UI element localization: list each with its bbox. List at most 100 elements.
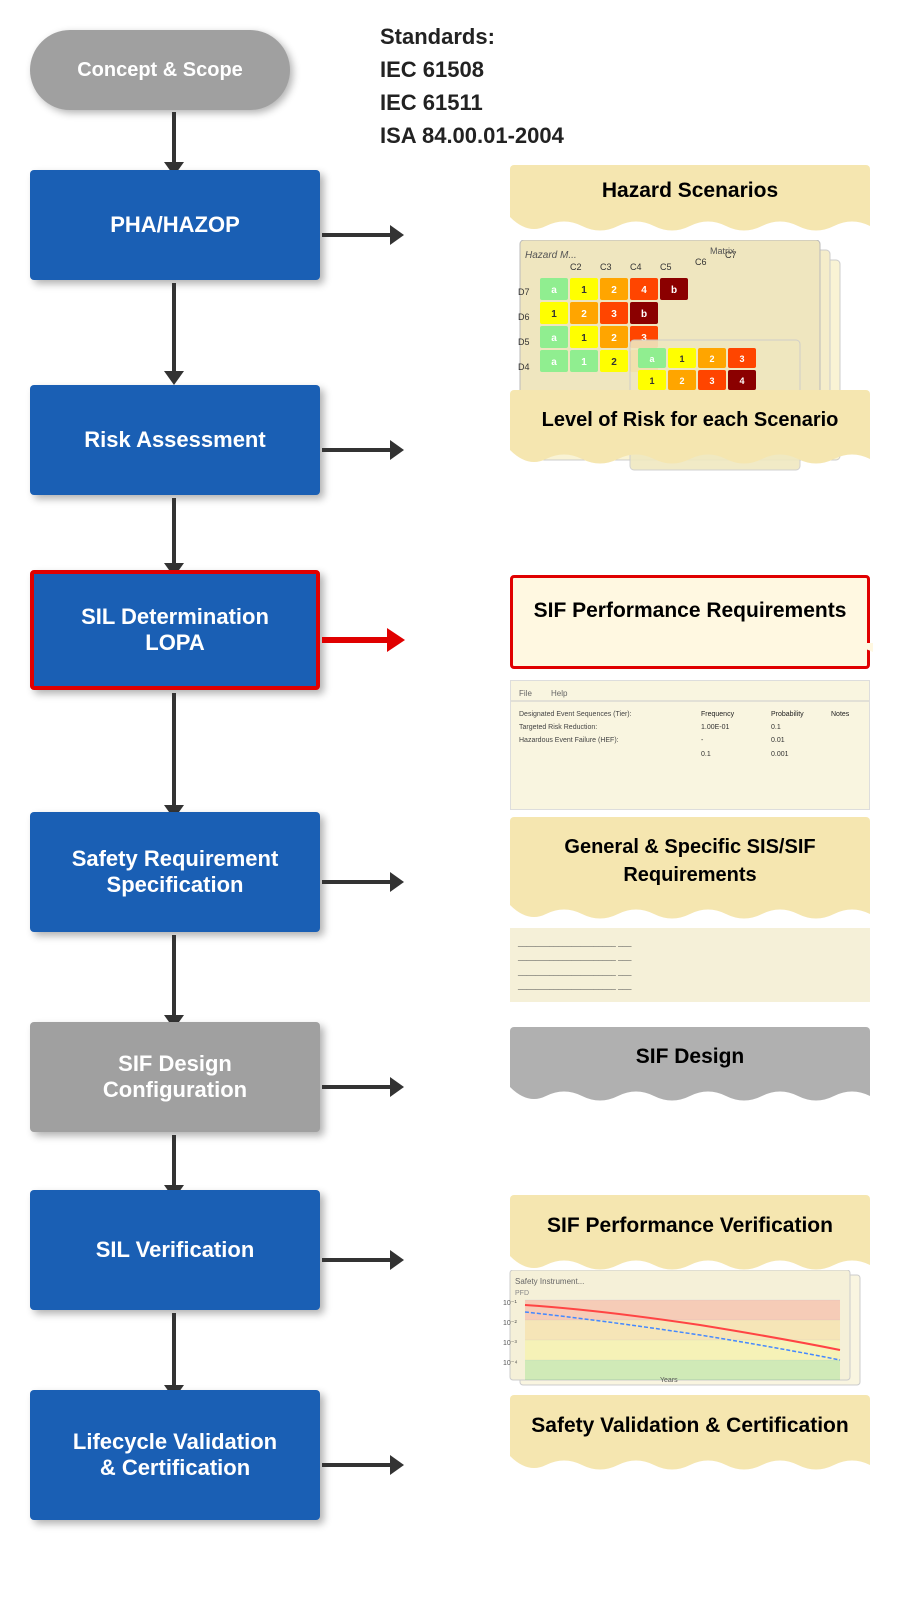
svg-text:Hazardous Event Failure (HEF):: Hazardous Event Failure (HEF):: [519, 737, 619, 744]
sif-verif-chart-svg: Safety Instrument... PFD 10⁻¹ 10⁻² 10⁻³ …: [500, 1270, 890, 1390]
arrow-line: [322, 1463, 390, 1467]
svg-text:a: a: [551, 285, 557, 296]
svg-text:3: 3: [739, 354, 744, 364]
sil-verification-box: SIL Verification: [30, 1190, 320, 1310]
svg-text:C6: C6: [695, 257, 707, 267]
lifecycle-validation-label: Lifecycle Validation & Certification: [73, 1429, 277, 1481]
arrow-pha-to-risk: [164, 283, 184, 385]
general-doc-line1: ______________________ ___: [518, 936, 862, 950]
svg-text:0.001: 0.001: [771, 751, 789, 758]
wavy-bottom: [510, 217, 870, 235]
arrow-line: [172, 693, 176, 805]
safety-validation-banner: Safety Validation & Certification: [510, 1395, 870, 1479]
svg-text:C2: C2: [570, 262, 582, 272]
svg-text:C5: C5: [660, 262, 672, 272]
sif-perf-verif-banner: SIF Performance Verification: [510, 1195, 870, 1279]
svg-text:C7: C7: [725, 250, 737, 260]
svg-text:D7: D7: [518, 287, 530, 297]
pha-hazop-label: PHA/HAZOP: [110, 212, 240, 238]
arrow-line: [322, 1258, 390, 1262]
arrow-line: [322, 448, 390, 452]
arrow-line: [172, 935, 176, 1015]
risk-assessment-label: Risk Assessment: [84, 427, 265, 453]
general-doc-line4: ______________________ ___: [518, 979, 862, 993]
wavy-bottom-risk: [510, 450, 870, 468]
svg-text:10⁻¹: 10⁻¹: [503, 1300, 517, 1307]
sif-perf-req-label: SIF Performance Requirements: [513, 578, 867, 643]
svg-text:4: 4: [641, 285, 647, 296]
wavy-bottom-safety-val: [510, 1456, 870, 1474]
arrow-pha-hazard: [322, 225, 404, 245]
svg-text:b: b: [671, 285, 677, 296]
general-specific-label: General & Specific SIS/SIF Requirements: [510, 817, 870, 905]
sif-verif-chart: Safety Instrument... PFD 10⁻¹ 10⁻² 10⁻³ …: [500, 1270, 890, 1390]
arrow-line: [172, 112, 176, 162]
svg-text:File: File: [519, 689, 532, 698]
arrow-line: [172, 1313, 176, 1385]
svg-text:1: 1: [649, 376, 654, 386]
pha-hazop-box: PHA/HAZOP: [30, 170, 320, 280]
arrow-head: [390, 872, 404, 892]
arrow-lifecycle-val-cert: [322, 1455, 404, 1475]
svg-text:0.1: 0.1: [771, 724, 781, 731]
level-of-risk-banner: Level of Risk for each Scenario: [510, 390, 870, 473]
svg-text:a: a: [551, 357, 557, 368]
arrow-risk-to-sil: [164, 498, 184, 577]
svg-text:Years: Years: [660, 1377, 678, 1384]
arrow-head: [390, 440, 404, 460]
svg-text:b: b: [641, 309, 647, 320]
safety-req-spec-label: Safety Requirement Specification: [72, 846, 279, 898]
hazard-scenarios-banner: Hazard Scenarios: [510, 165, 870, 240]
svg-text:Designated Event Sequences (Ti: Designated Event Sequences (Tier):: [519, 711, 632, 718]
arrow-line: [172, 1135, 176, 1185]
hazard-scenarios-label: Hazard Scenarios: [510, 165, 870, 217]
svg-text:2: 2: [581, 309, 587, 320]
svg-text:10⁻²: 10⁻²: [503, 1320, 517, 1327]
standards-line2: IEC 61511: [380, 86, 564, 119]
arrow-line: [172, 283, 176, 371]
svg-text:a: a: [551, 333, 557, 344]
svg-text:1.00E-01: 1.00E-01: [701, 724, 730, 731]
svg-text:1: 1: [679, 354, 684, 364]
svg-text:1: 1: [551, 309, 557, 320]
svg-text:PFD: PFD: [515, 1290, 529, 1297]
standards-text: Standards: IEC 61508 IEC 61511 ISA 84.00…: [380, 20, 564, 152]
standards-line3: ISA 84.00.01-2004: [380, 119, 564, 152]
svg-text:2: 2: [611, 357, 617, 368]
sif-perf-req-banner: SIF Performance Requirements: [510, 575, 870, 669]
arrow-risk-level: [322, 440, 404, 460]
concept-oval: Concept & Scope: [30, 30, 290, 110]
svg-text:Notes: Notes: [831, 711, 850, 718]
svg-text:4: 4: [739, 376, 744, 386]
arrow-line: [322, 880, 390, 884]
sif-design-config-label: SIF Design Configuration: [103, 1051, 247, 1103]
arrow-sif-config-design: [322, 1077, 404, 1097]
safety-req-spec-box: Safety Requirement Specification: [30, 812, 320, 932]
svg-text:Frequency: Frequency: [701, 711, 735, 718]
diagram-container: Standards: IEC 61508 IEC 61511 ISA 84.00…: [0, 0, 900, 1620]
arrow-line: [322, 637, 387, 643]
svg-text:2: 2: [611, 333, 617, 344]
svg-text:Help: Help: [551, 689, 568, 698]
arrow-head: [390, 1250, 404, 1270]
sif-design-label: SIF Design: [510, 1027, 870, 1087]
svg-text:10⁻⁴: 10⁻⁴: [503, 1360, 518, 1367]
standards-line1: IEC 61508: [380, 53, 564, 86]
svg-text:C3: C3: [600, 262, 612, 272]
svg-text:1: 1: [581, 333, 587, 344]
svg-text:3: 3: [709, 376, 714, 386]
svg-text:0.1: 0.1: [701, 751, 711, 758]
sil-determination-label: SIL Determination LOPA: [81, 604, 269, 656]
arrow-head: [387, 628, 405, 652]
svg-text:D5: D5: [518, 337, 530, 347]
arrow-sil-verif-to-lifecycle: [164, 1313, 184, 1399]
sil-verification-label: SIL Verification: [96, 1237, 255, 1263]
wavy-bottom-sif-design: [510, 1087, 870, 1105]
risk-assessment-box: Risk Assessment: [30, 385, 320, 495]
svg-text:C4: C4: [630, 262, 642, 272]
arrow-sil-sif-perf: [322, 628, 405, 652]
arrow-line: [322, 1085, 390, 1089]
concept-label: Concept & Scope: [77, 59, 243, 82]
svg-text:2: 2: [679, 376, 684, 386]
safety-validation-label: Safety Validation & Certification: [510, 1395, 870, 1456]
